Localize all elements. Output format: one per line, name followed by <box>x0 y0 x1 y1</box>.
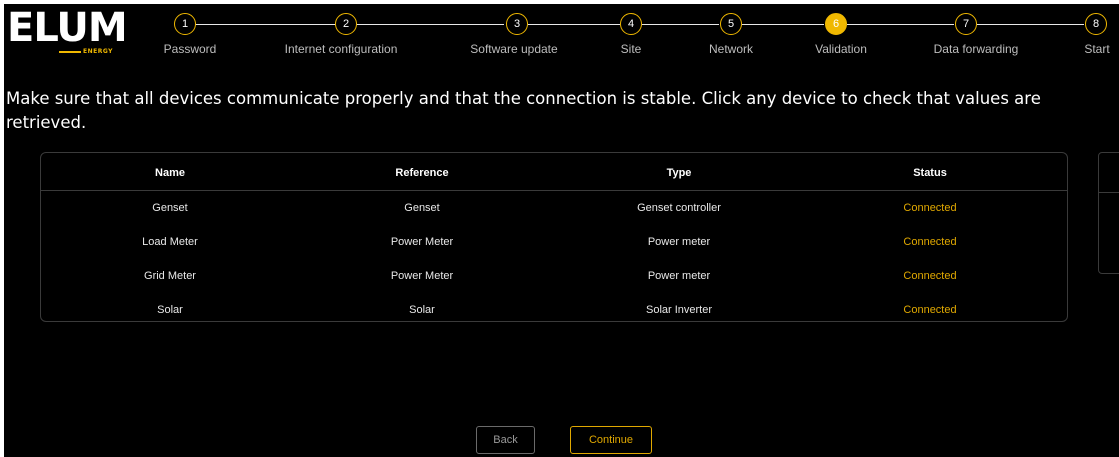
device-name: Solar <box>157 304 183 316</box>
step-connector <box>355 24 504 25</box>
device-type: Power meter <box>647 270 711 282</box>
step-2-circle[interactable]: 2 <box>335 13 357 35</box>
step-1-circle[interactable]: 1 <box>174 13 196 35</box>
column-header-type: Type <box>666 167 692 179</box>
column-header-reference: Reference <box>395 167 449 179</box>
step-3-label: Software update <box>470 42 558 56</box>
table-header: Name Reference Type Status <box>41 156 1067 191</box>
instruction-text: Make sure that all devices communicate p… <box>6 89 1041 132</box>
step-7-circle[interactable]: 7 <box>955 13 977 35</box>
device-name: Grid Meter <box>144 270 196 282</box>
continue-button[interactable]: Continue <box>570 426 652 454</box>
back-button[interactable]: Back <box>476 426 535 454</box>
device-reference: Genset <box>404 202 440 214</box>
step-connector <box>195 24 336 25</box>
step-6-circle-active[interactable]: 6 <box>825 13 847 35</box>
step-6-label: Validation <box>815 42 867 56</box>
step-5-circle[interactable]: 5 <box>720 13 742 35</box>
device-type: Solar Inverter <box>645 304 713 316</box>
step-8-label: Start <box>1084 42 1110 56</box>
step-2-label: Internet configuration <box>284 42 398 56</box>
side-panel-tab[interactable] <box>1098 152 1119 274</box>
step-4-circle[interactable]: 4 <box>620 13 642 35</box>
device-name: Load Meter <box>142 236 198 248</box>
step-3-circle[interactable]: 3 <box>506 13 528 35</box>
step-5-label: Network <box>708 42 754 56</box>
device-reference: Power Meter <box>390 236 454 248</box>
device-status: Connected <box>903 236 957 248</box>
table-row-grid-meter[interactable]: Grid Meter Power Meter Power meter Conne… <box>41 259 1067 293</box>
step-connector <box>528 24 620 25</box>
device-status: Connected <box>903 202 957 214</box>
table-row-solar[interactable]: Solar Solar Solar Inverter Connected <box>41 293 1067 327</box>
step-connector <box>977 24 1084 25</box>
table-row-load-meter[interactable]: Load Meter Power Meter Power meter Conne… <box>41 225 1067 259</box>
devices-table: Name Reference Type Status Genset Genset… <box>40 152 1068 322</box>
step-7-label: Data forwarding <box>933 42 1019 56</box>
column-header-status: Status <box>913 167 947 179</box>
side-panel-divider <box>1099 192 1119 193</box>
step-connector <box>642 24 719 25</box>
device-reference: Solar <box>409 304 435 316</box>
step-connector <box>742 24 824 25</box>
screen: ELUM ENERGY 1 2 3 4 5 6 7 8 Password Int… <box>4 4 1119 457</box>
step-8-circle[interactable]: 8 <box>1085 13 1107 35</box>
setup-stepper: 1 2 3 4 5 6 7 8 Password Internet config… <box>4 4 1119 64</box>
step-connector <box>847 24 954 25</box>
step-4-label: Site <box>620 42 642 56</box>
device-name: Genset <box>152 202 188 214</box>
device-status: Connected <box>903 304 957 316</box>
step-1-label: Password <box>163 42 217 56</box>
device-reference: Power Meter <box>390 270 454 282</box>
device-status: Connected <box>903 270 957 282</box>
device-type: Genset controller <box>637 202 721 214</box>
device-type: Power meter <box>647 236 711 248</box>
table-row-genset[interactable]: Genset Genset Genset controller Connecte… <box>41 191 1067 225</box>
column-header-name: Name <box>155 167 185 179</box>
